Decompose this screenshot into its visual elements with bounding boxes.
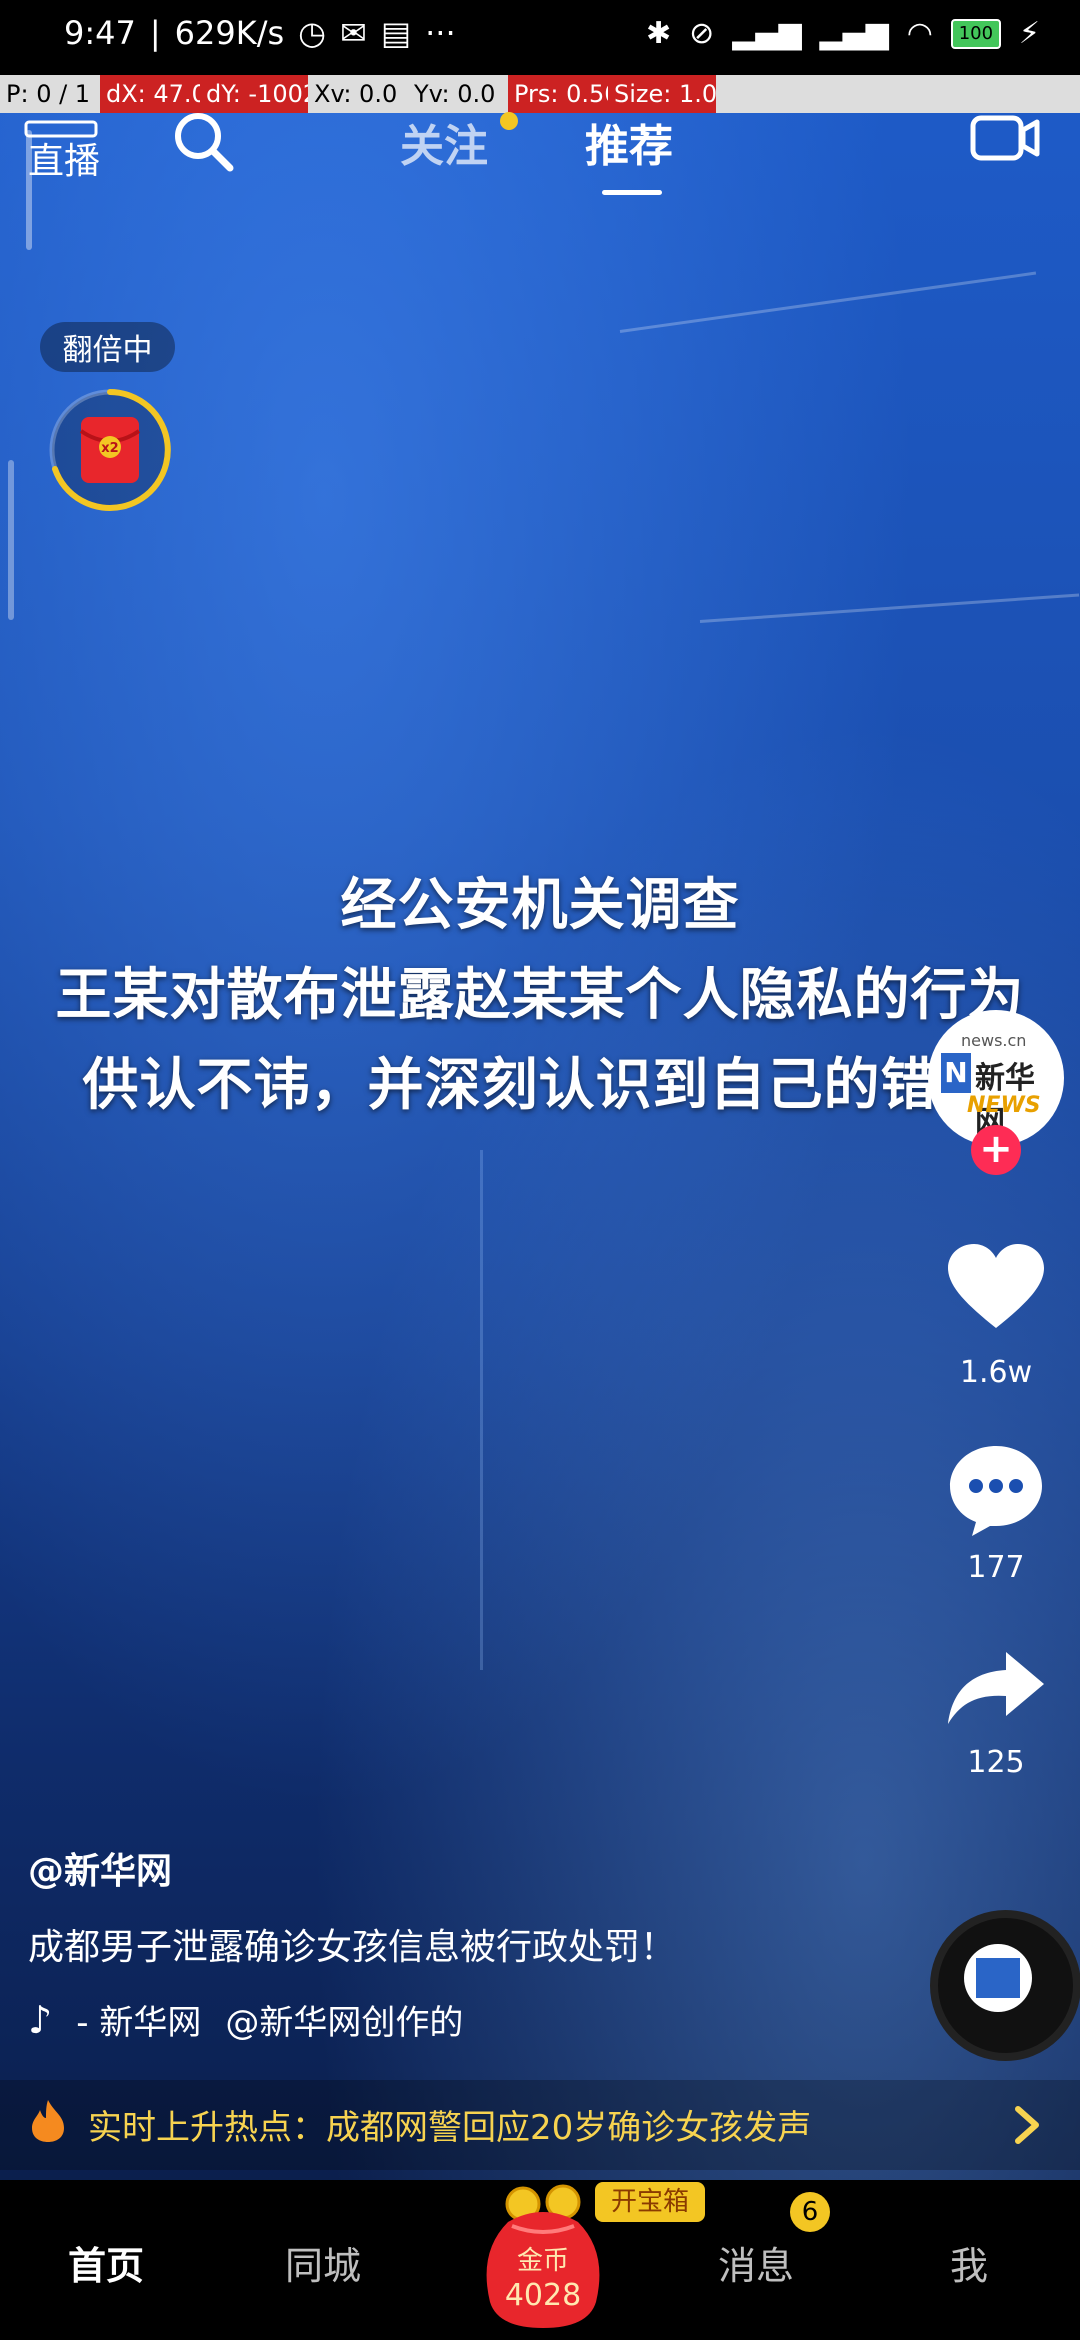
music-disc-cover (964, 1944, 1032, 2012)
live-label: 直播 (28, 141, 101, 182)
subtitle-line-3: 供认不讳，并深刻认识到自己的错 (82, 1053, 938, 1118)
comment-icon[interactable] (946, 1442, 1046, 1538)
nav-local[interactable]: 同城 (285, 2235, 361, 2290)
wechat-icon: ✉ (340, 14, 367, 52)
open-chest-tag[interactable]: 开宝箱 (595, 2182, 705, 2222)
debug-size: Size: 1.0 (608, 75, 716, 113)
battery-icon: 100 (950, 18, 1001, 49)
avatar-brand-logo: N (941, 1053, 971, 1093)
source-label: - 新华网 (76, 2003, 202, 2043)
like-icon[interactable] (946, 1242, 1046, 1332)
charging-icon: ⚡ (1018, 16, 1040, 51)
debug-fill (716, 75, 1080, 113)
music-disc[interactable] (930, 1910, 1080, 2061)
message-icon: ▤ (380, 14, 412, 52)
pointer-debug-overlay: P: 0 / 1 dX: 47.0 dY: -1002.0 Xv: 0.0 Yv… (0, 75, 1080, 113)
comment-count: 177 (967, 1550, 1025, 1585)
tiktok-logo-icon: ♪ (28, 1997, 53, 2042)
tab-recommend[interactable]: 推荐 (585, 110, 673, 174)
follow-button[interactable]: + (971, 1125, 1021, 1175)
follow-new-dot (500, 112, 518, 130)
source-mention: @新华网创作的 (225, 2003, 464, 2043)
signal-icon: ▂▄▆ (819, 16, 889, 51)
messages-badge: 6 (790, 2192, 830, 2232)
scroll-indicator (8, 460, 14, 620)
camera-icon[interactable] (970, 110, 1040, 164)
coin-balance: 4028 (504, 2278, 582, 2313)
hot-topic-text[interactable]: 实时上升热点：成都网警回应20岁确诊女孩发声 (88, 2100, 811, 2149)
signal-icon: ▂▄▆ (732, 16, 802, 51)
status-left: 9:47 | 629K/s ◷ ✉ ▤ ··· (64, 14, 456, 52)
tab-follow[interactable]: 关注 (400, 110, 488, 174)
scroll-indicator (26, 130, 32, 250)
chevron-right-icon[interactable] (1012, 2105, 1042, 2145)
status-right: ✱ ⊘ ▂▄▆ ▂▄▆ ◠ 100 ⚡ (646, 16, 1040, 51)
debug-prs: Prs: 0.50 (508, 75, 608, 113)
more-icon: ··· (425, 14, 456, 52)
nav-home[interactable]: 首页 (68, 2235, 144, 2290)
share-icon[interactable] (946, 1648, 1046, 1728)
live-button[interactable]: 直播 (24, 120, 104, 182)
coin-label: 金币 (516, 2246, 569, 2276)
avatar-brand-top: news.cn (961, 1031, 1027, 1050)
share-count: 125 (967, 1745, 1025, 1780)
status-divider: | (149, 14, 161, 52)
flame-icon (32, 2100, 64, 2142)
debug-xv: Xv: 0.0 (308, 75, 408, 113)
nav-me[interactable]: 我 (950, 2235, 988, 2290)
author-name[interactable]: @新华网 (28, 1842, 172, 1894)
bluetooth-icon: ✱ (646, 16, 672, 51)
status-time: 9:47 (64, 14, 136, 52)
network-speed: 629K/s (174, 14, 285, 52)
subtitle-line-1: 经公安机关调查 (340, 873, 740, 938)
search-icon[interactable] (170, 108, 236, 174)
like-count: 1.6w (959, 1355, 1033, 1390)
nav-messages[interactable]: 消息 (718, 2235, 794, 2290)
subtitle-line-2: 王某对散布泄露赵某某个人隐私的行为 (55, 963, 1025, 1028)
wifi-icon: ◠ (906, 16, 933, 51)
status-bar: 9:47 | 629K/s ◷ ✉ ▤ ··· ✱ ⊘ ▂▄▆ ▂▄▆ ◠ 10… (0, 0, 1080, 75)
active-tab-indicator (602, 190, 662, 195)
debug-pointer: P: 0 / 1 (0, 75, 100, 113)
source-row[interactable]: ♪ - 新华网 @新华网创作的 (28, 1995, 463, 2044)
video-caption[interactable]: 成都男子泄露确诊女孩信息被行政处罚！ (28, 1918, 676, 1970)
disc-logo-icon (976, 1958, 1020, 1998)
redpack-multiplier: x2 (101, 441, 118, 456)
alarm-icon: ◷ (298, 14, 327, 52)
red-packet-timer[interactable]: x2 (45, 385, 175, 515)
avatar-brand-en: NEWS (967, 1093, 1041, 1118)
double-coins-badge[interactable]: 翻倍中 (40, 322, 175, 372)
debug-yv: Yv: 0.0 (408, 75, 508, 113)
nfc-icon: ⊘ (689, 16, 715, 51)
light-streak (480, 1150, 483, 1670)
